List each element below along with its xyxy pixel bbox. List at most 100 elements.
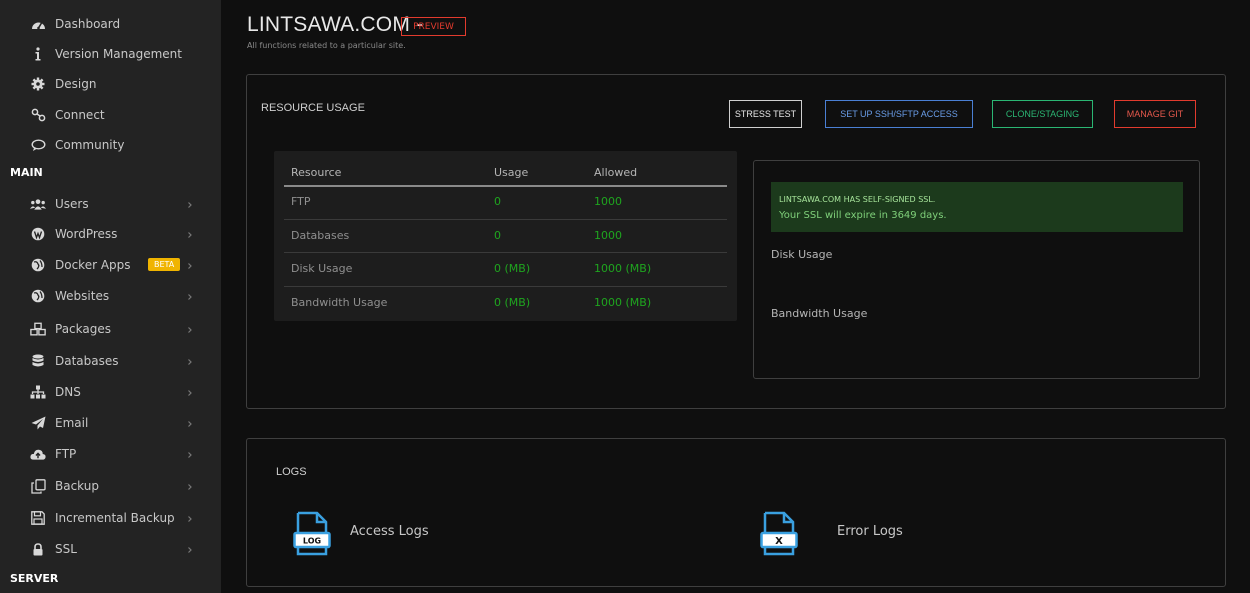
resource-usage-title: RESOURCE USAGE	[261, 102, 365, 114]
sidebar-item-email[interactable]: Email	[0, 408, 221, 438]
lock-icon	[30, 541, 46, 557]
preview-button[interactable]: PREVIEW	[401, 17, 466, 36]
chevron-right-icon	[186, 387, 194, 397]
cubes-icon	[30, 321, 46, 337]
logs-panel	[246, 438, 1226, 587]
sidebar-item-label: FTP	[55, 447, 77, 461]
sidebar-item-label: Backup	[55, 479, 99, 493]
page-subtitle: All functions related to a particular si…	[247, 41, 406, 50]
access-log-file-icon[interactable]: LOG	[293, 511, 331, 557]
logs-title: LOGS	[276, 466, 307, 478]
sidebar-item-websites[interactable]: Websites	[0, 281, 221, 311]
cell-resource: Bandwidth Usage	[291, 296, 388, 309]
database-icon	[30, 353, 46, 369]
sidebar-item-label: Email	[55, 416, 89, 430]
sitemap-icon	[30, 384, 46, 400]
tachometer-icon	[30, 16, 46, 32]
section-heading-main: MAIN	[10, 166, 43, 179]
chevron-right-icon	[186, 544, 194, 554]
sidebar-item-label: Design	[55, 77, 97, 91]
ssl-alert-message: Your SSL will expire in 3649 days.	[779, 210, 947, 221]
chevron-right-icon	[186, 229, 194, 239]
chevron-right-icon	[186, 260, 194, 270]
cell-allowed: 1000	[594, 195, 622, 208]
cell-resource: Databases	[291, 229, 350, 242]
sidebar-item-label: Community	[55, 138, 125, 152]
ssh-sftp-access-button[interactable]: SET UP SSH/SFTP ACCESS	[825, 100, 973, 128]
wordpress-icon	[30, 226, 46, 242]
sidebar-item-label: SSL	[55, 542, 77, 556]
info-icon	[30, 46, 46, 62]
access-log-icon-text: LOG	[303, 537, 321, 546]
cell-usage: 0 (MB)	[494, 262, 531, 275]
sidebar-item-users[interactable]: Users	[0, 189, 221, 219]
cell-usage: 0	[494, 229, 501, 242]
chevron-right-icon	[186, 449, 194, 459]
cell-allowed: 1000 (MB)	[594, 296, 652, 309]
error-log-icon-text: X	[775, 536, 783, 547]
sidebar-item-label: Users	[55, 197, 89, 211]
chevron-right-icon	[186, 418, 194, 428]
sidebar-item-dashboard[interactable]: Dashboard	[0, 9, 221, 39]
sidebar-item-design[interactable]: Design	[0, 69, 221, 99]
chevron-right-icon	[186, 481, 194, 491]
section-heading-server: SERVER	[10, 572, 59, 585]
sidebar-item-packages[interactable]: Packages	[0, 314, 221, 344]
disk-usage-label: Disk Usage	[771, 248, 833, 261]
sidebar-item-label: Websites	[55, 289, 110, 303]
row-divider	[284, 252, 727, 253]
ssl-alert-title: LINTSAWA.COM HAS SELF-SIGNED SSL.	[779, 195, 936, 204]
sidebar: Dashboard Version Management Design Conn…	[0, 0, 221, 593]
sidebar-item-wordpress[interactable]: WordPress	[0, 219, 221, 249]
sidebar-item-databases[interactable]: Databases	[0, 346, 221, 376]
ssl-alert	[771, 182, 1183, 232]
sidebar-item-label: Databases	[55, 354, 119, 368]
sidebar-item-dns[interactable]: DNS	[0, 377, 221, 407]
sidebar-item-label: WordPress	[55, 227, 118, 241]
bandwidth-usage-label: Bandwidth Usage	[771, 307, 868, 320]
sidebar-item-backup[interactable]: Backup	[0, 471, 221, 501]
cell-allowed: 1000	[594, 229, 622, 242]
cell-usage: 0 (MB)	[494, 296, 531, 309]
globe-icon	[30, 288, 46, 304]
sidebar-item-incremental-backup[interactable]: Incremental Backup	[0, 503, 221, 533]
beta-badge: BETA	[148, 258, 181, 271]
sidebar-item-label: Docker Apps	[55, 258, 131, 272]
sidebar-item-label: Dashboard	[55, 17, 121, 31]
sidebar-item-connect[interactable]: Connect	[0, 100, 221, 130]
cell-resource: FTP	[291, 195, 311, 208]
column-header-usage: Usage	[494, 166, 529, 179]
table-header-divider	[284, 185, 727, 187]
globe-icon	[30, 257, 46, 273]
chevron-right-icon	[186, 356, 194, 366]
sidebar-item-version-management[interactable]: Version Management	[0, 39, 221, 69]
chevron-right-icon	[186, 199, 194, 209]
save-icon	[30, 510, 46, 526]
chat-icon	[30, 137, 46, 153]
sidebar-item-label: Connect	[55, 108, 105, 122]
cell-resource: Disk Usage	[291, 262, 353, 275]
manage-git-button[interactable]: MANAGE GIT	[1114, 100, 1196, 128]
row-divider	[284, 219, 727, 220]
sidebar-item-label: Version Management	[55, 47, 182, 61]
sidebar-item-community[interactable]: Community	[0, 130, 221, 160]
cell-usage: 0	[494, 195, 501, 208]
page-title: LINTSAWA.COM -	[247, 13, 424, 36]
error-log-file-icon[interactable]: X	[760, 511, 798, 557]
link-icon	[30, 107, 46, 123]
column-header-resource: Resource	[291, 166, 342, 179]
sidebar-item-label: Incremental Backup	[55, 511, 175, 525]
stress-test-button[interactable]: STRESS TEST	[729, 100, 802, 128]
clone-staging-button[interactable]: CLONE/STAGING	[992, 100, 1093, 128]
paper-plane-icon	[30, 415, 46, 431]
access-logs-link[interactable]: Access Logs	[350, 524, 429, 539]
chevron-right-icon	[186, 324, 194, 334]
sidebar-item-ftp[interactable]: FTP	[0, 439, 221, 469]
sidebar-item-ssl[interactable]: SSL	[0, 534, 221, 564]
users-icon	[30, 196, 46, 212]
sidebar-item-docker-apps[interactable]: Docker Apps BETA	[0, 250, 221, 280]
cloud-upload-icon	[30, 446, 46, 462]
chevron-right-icon	[186, 291, 194, 301]
error-logs-link[interactable]: Error Logs	[837, 524, 903, 539]
row-divider	[284, 286, 727, 287]
